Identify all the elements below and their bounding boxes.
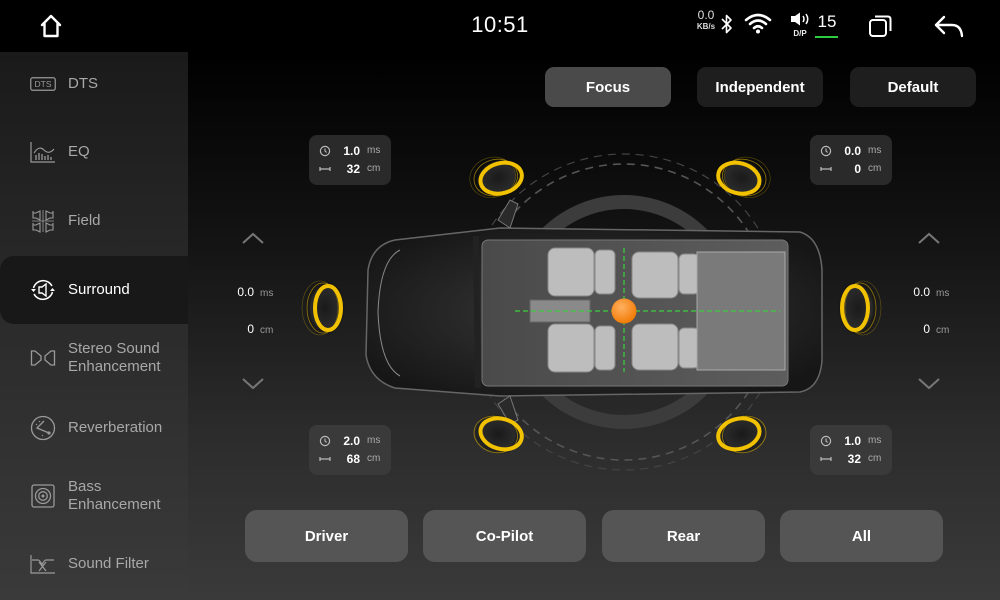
- back-button[interactable]: [932, 12, 966, 45]
- status-bar: 10:51 0.0 KB/s D/P 15: [0, 0, 1000, 52]
- sidebar-item-label: Sound Filter: [68, 555, 149, 572]
- network-speed-value: 0.0: [697, 8, 715, 22]
- front-left-distance: 32: [346, 162, 360, 176]
- left-center-distance-readout: 0 cm: [234, 322, 304, 336]
- sidebar-item-bass-enhancement[interactable]: Bass Enhancement: [0, 476, 188, 516]
- sidebar-item-surround[interactable]: Surround: [0, 256, 188, 324]
- network-speed: 0.0 KB/s: [694, 9, 718, 31]
- distance-icon: [319, 167, 331, 171]
- sidebar-item-dts[interactable]: DTS DTS: [0, 64, 188, 104]
- right-center-delay-readout: 0.0 ms: [910, 285, 980, 299]
- rear-left-distance: 68: [346, 452, 360, 466]
- rear-left-info-box: 2.0 ms 68 cm: [309, 425, 391, 475]
- rear-right-distance: 32: [847, 452, 861, 466]
- left-down-button[interactable]: [239, 374, 267, 394]
- front-right-delay: 0.0: [844, 144, 861, 158]
- front-left-info-box: 1.0 ms 32 cm: [309, 135, 391, 185]
- zone-driver-button[interactable]: Driver: [245, 510, 408, 562]
- sidebar-item-label-line2: Enhancement: [68, 496, 161, 513]
- dts-icon: DTS: [30, 73, 56, 95]
- volume-level: 15: [817, 12, 837, 31]
- clock-icon: [820, 435, 832, 447]
- wifi-icon: [744, 12, 772, 39]
- front-right-info-box: 0.0 ms 0 cm: [810, 135, 892, 185]
- sidebar-item-label: DTS: [68, 75, 98, 92]
- rear-right-info-box: 1.0 ms 32 cm: [810, 425, 892, 475]
- right-down-button[interactable]: [915, 374, 943, 394]
- network-speed-unit: KB/s: [696, 22, 716, 31]
- mode-focus-button[interactable]: Focus: [545, 67, 671, 107]
- sidebar-item-sound-filter[interactable]: Sound Filter: [0, 544, 188, 584]
- bluetooth-icon: [720, 13, 734, 40]
- sidebar-item-label: Field: [68, 212, 101, 229]
- filter-icon: [30, 553, 56, 575]
- volume-level-bar: [815, 36, 838, 38]
- reverb-icon: [30, 415, 56, 441]
- sidebar-item-stereo-enhancement[interactable]: Stereo Sound Enhancement: [0, 338, 188, 378]
- windows-icon: [869, 15, 892, 37]
- mode-default-button[interactable]: Default: [850, 67, 976, 107]
- right-center-distance-readout: 0 cm: [910, 322, 980, 336]
- sidebar-item-label-line1: Bass: [68, 478, 102, 495]
- sidebar-item-label-line1: Stereo Sound: [68, 340, 160, 357]
- sidebar-item-label: Reverberation: [68, 419, 163, 436]
- mode-independent-button[interactable]: Independent: [697, 67, 823, 107]
- zone-co-pilot-button[interactable]: Co-Pilot: [423, 510, 586, 562]
- surround-icon: [30, 279, 56, 301]
- focus-point-handle[interactable]: [611, 298, 637, 324]
- zone-rear-button[interactable]: Rear: [602, 510, 765, 562]
- front-right-distance: 0: [854, 162, 861, 176]
- home-button[interactable]: [34, 10, 68, 42]
- zone-all-button[interactable]: All: [780, 510, 943, 562]
- left-up-button[interactable]: [239, 228, 267, 248]
- field-icon: [30, 210, 56, 233]
- windows-button[interactable]: [868, 13, 894, 44]
- sidebar-item-label: EQ: [68, 143, 90, 160]
- left-center-delay: 0.0: [237, 285, 254, 299]
- left-center-delay-readout: 0.0 ms: [234, 285, 304, 299]
- clock-icon: [319, 145, 331, 157]
- chevron-up-icon: [242, 232, 264, 244]
- distance-icon: [820, 167, 832, 171]
- sidebar-item-label: Surround: [68, 281, 130, 298]
- sidebar-item-label-line2: Enhancement: [68, 358, 161, 375]
- sidebar: DTS DTS EQ Field Surround Stereo Sound E…: [0, 52, 188, 600]
- sidebar-item-eq[interactable]: EQ: [0, 132, 188, 172]
- distance-icon: [820, 457, 832, 461]
- speaker-icon: [791, 12, 809, 26]
- bass-icon: [30, 484, 56, 508]
- volume-mode: D/P: [793, 29, 807, 38]
- svg-text:DTS: DTS: [35, 79, 52, 89]
- sidebar-item-label: Bass Enhancement: [68, 478, 161, 514]
- right-center-delay: 0.0: [913, 285, 930, 299]
- sidebar-item-label: Stereo Sound Enhancement: [68, 340, 161, 376]
- right-up-button[interactable]: [915, 228, 943, 248]
- back-icon: [934, 15, 964, 38]
- rear-right-delay: 1.0: [844, 434, 861, 448]
- sidebar-item-reverberation[interactable]: Reverberation: [0, 408, 188, 448]
- front-left-delay: 1.0: [343, 144, 360, 158]
- distance-icon: [319, 457, 331, 461]
- rear-left-delay: 2.0: [343, 434, 360, 448]
- eq-icon: [30, 141, 56, 163]
- clock-icon: [319, 435, 331, 447]
- clock: 10:51: [471, 12, 529, 37]
- home-icon: [40, 14, 62, 38]
- clock-icon: [820, 145, 832, 157]
- right-center-distance: 0: [923, 322, 930, 336]
- chevron-up-icon: [918, 232, 940, 244]
- left-center-distance: 0: [247, 322, 254, 336]
- stereo-icon: [30, 347, 56, 369]
- volume-indicator: D/P: [788, 12, 812, 38]
- sidebar-item-field[interactable]: Field: [0, 201, 188, 241]
- chevron-down-icon: [242, 378, 264, 390]
- chevron-down-icon: [918, 378, 940, 390]
